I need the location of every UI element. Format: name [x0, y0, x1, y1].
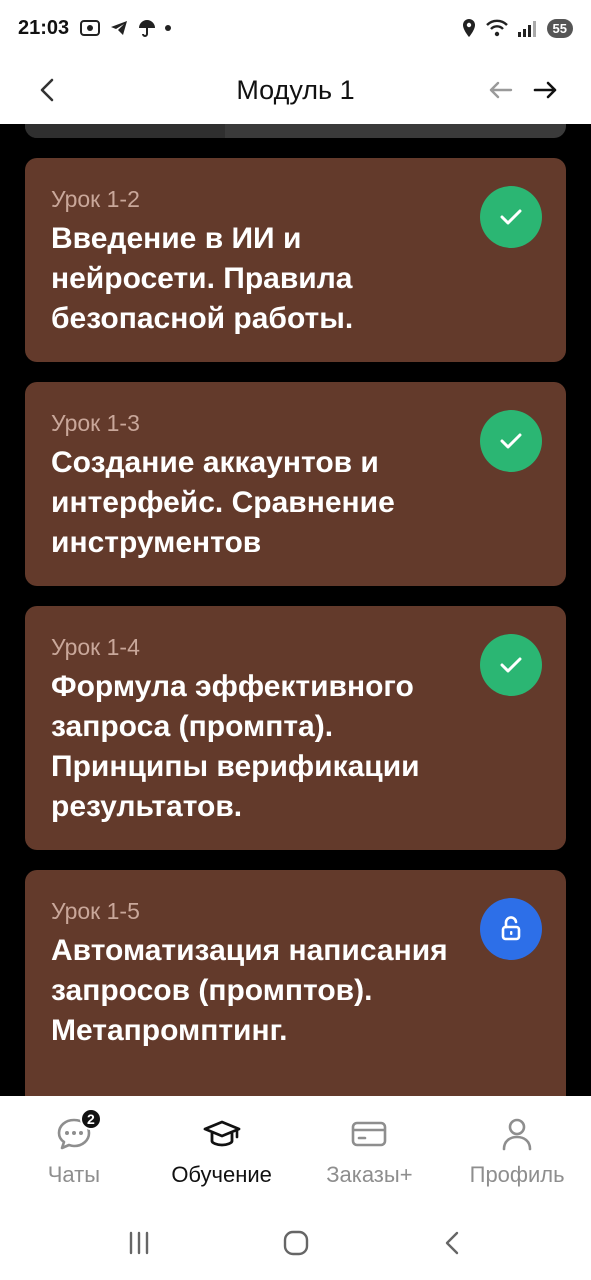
- battery-indicator: 55: [546, 18, 573, 38]
- arrow-left-icon: [489, 81, 513, 99]
- lesson-label: Урок 1-4: [51, 634, 140, 660]
- nav-label: Профиль: [469, 1162, 565, 1187]
- lesson-label: Урок 1-5: [51, 898, 140, 924]
- previous-lesson-button[interactable]: [485, 74, 517, 106]
- tab-profile[interactable]: Профиль: [443, 1096, 591, 1206]
- lesson-list[interactable]: Урок 1-2 Введение в ИИ и нейросети. Прав…: [0, 124, 591, 1096]
- recent-apps-button[interactable]: [119, 1223, 159, 1263]
- signal-icon: [517, 21, 536, 37]
- nav-label: Чаты: [47, 1162, 101, 1187]
- tab-chats[interactable]: 2 Чаты: [0, 1096, 148, 1206]
- status-time: 21:03: [18, 16, 70, 39]
- nav-label: Заказы+: [326, 1162, 413, 1187]
- lesson-card-1-4[interactable]: Урок 1-4 Формула эффективного запроса (п…: [25, 606, 566, 850]
- back-button[interactable]: [32, 74, 64, 106]
- completed-badge: [480, 634, 542, 696]
- chat-icon: 2: [54, 1108, 102, 1154]
- completed-badge: [480, 186, 542, 248]
- app-header: Модуль 1: [0, 56, 591, 124]
- lesson-card-1-2[interactable]: Урок 1-2 Введение в ИИ и нейросети. Прав…: [25, 158, 566, 362]
- lesson-title: Создание аккаунтов и интерфейс. Сравнени…: [51, 446, 395, 559]
- nav-label: Обучение: [171, 1162, 272, 1187]
- card-icon: [349, 1114, 389, 1154]
- unlock-icon: [501, 916, 521, 941]
- telegram-icon: [111, 21, 128, 35]
- checkmark-icon: [500, 657, 522, 673]
- checkmark-icon: [500, 209, 522, 225]
- lesson-title: Введение в ИИ и нейросети. Правила безоп…: [51, 222, 354, 335]
- wifi-icon: [485, 19, 508, 37]
- unread-badge: 2: [79, 1108, 102, 1130]
- lesson-title: Формула эффективного запроса (промпта). …: [51, 670, 420, 823]
- lesson-label: Урок 1-2: [51, 186, 140, 212]
- chevron-left-icon: [445, 1231, 458, 1255]
- location-icon: [462, 19, 475, 37]
- lesson-card-1-5[interactable]: Урок 1-5 Автоматизация написания запросо…: [25, 870, 566, 1096]
- recent-apps-icon: [129, 1231, 148, 1255]
- home-icon: [283, 1230, 308, 1256]
- next-lesson-button[interactable]: [529, 74, 561, 106]
- bottom-navigation: 2 Чаты Обучение Заказы+ Профиль: [0, 1096, 591, 1206]
- arrow-right-icon: [533, 81, 557, 99]
- status-bar: 21:03 55: [0, 0, 591, 56]
- system-navigation: [0, 1206, 591, 1280]
- completed-badge: [480, 410, 542, 472]
- umbrella-icon: [139, 20, 156, 37]
- page-title: Модуль 1: [236, 74, 355, 105]
- tab-learning[interactable]: Обучение: [148, 1096, 296, 1206]
- previous-card-edge: [25, 124, 566, 138]
- lesson-label: Урок 1-3: [51, 410, 140, 436]
- notification-icons: [79, 18, 172, 38]
- unlocked-badge: [480, 898, 542, 960]
- status-right: 55: [461, 18, 573, 38]
- home-button[interactable]: [276, 1223, 316, 1263]
- screen-record-icon: [80, 20, 101, 36]
- profile-icon: [497, 1114, 537, 1154]
- lesson-card-1-3[interactable]: Урок 1-3 Создание аккаунтов и интерфейс.…: [25, 382, 566, 586]
- tab-orders[interactable]: Заказы+: [296, 1096, 444, 1206]
- dot-icon: [165, 25, 172, 31]
- checkmark-icon: [500, 433, 522, 449]
- chevron-left-icon: [40, 78, 54, 102]
- graduation-cap-icon: [202, 1114, 242, 1154]
- system-back-button[interactable]: [433, 1223, 473, 1263]
- lesson-title: Автоматизация написания запросов (промпт…: [51, 934, 448, 1047]
